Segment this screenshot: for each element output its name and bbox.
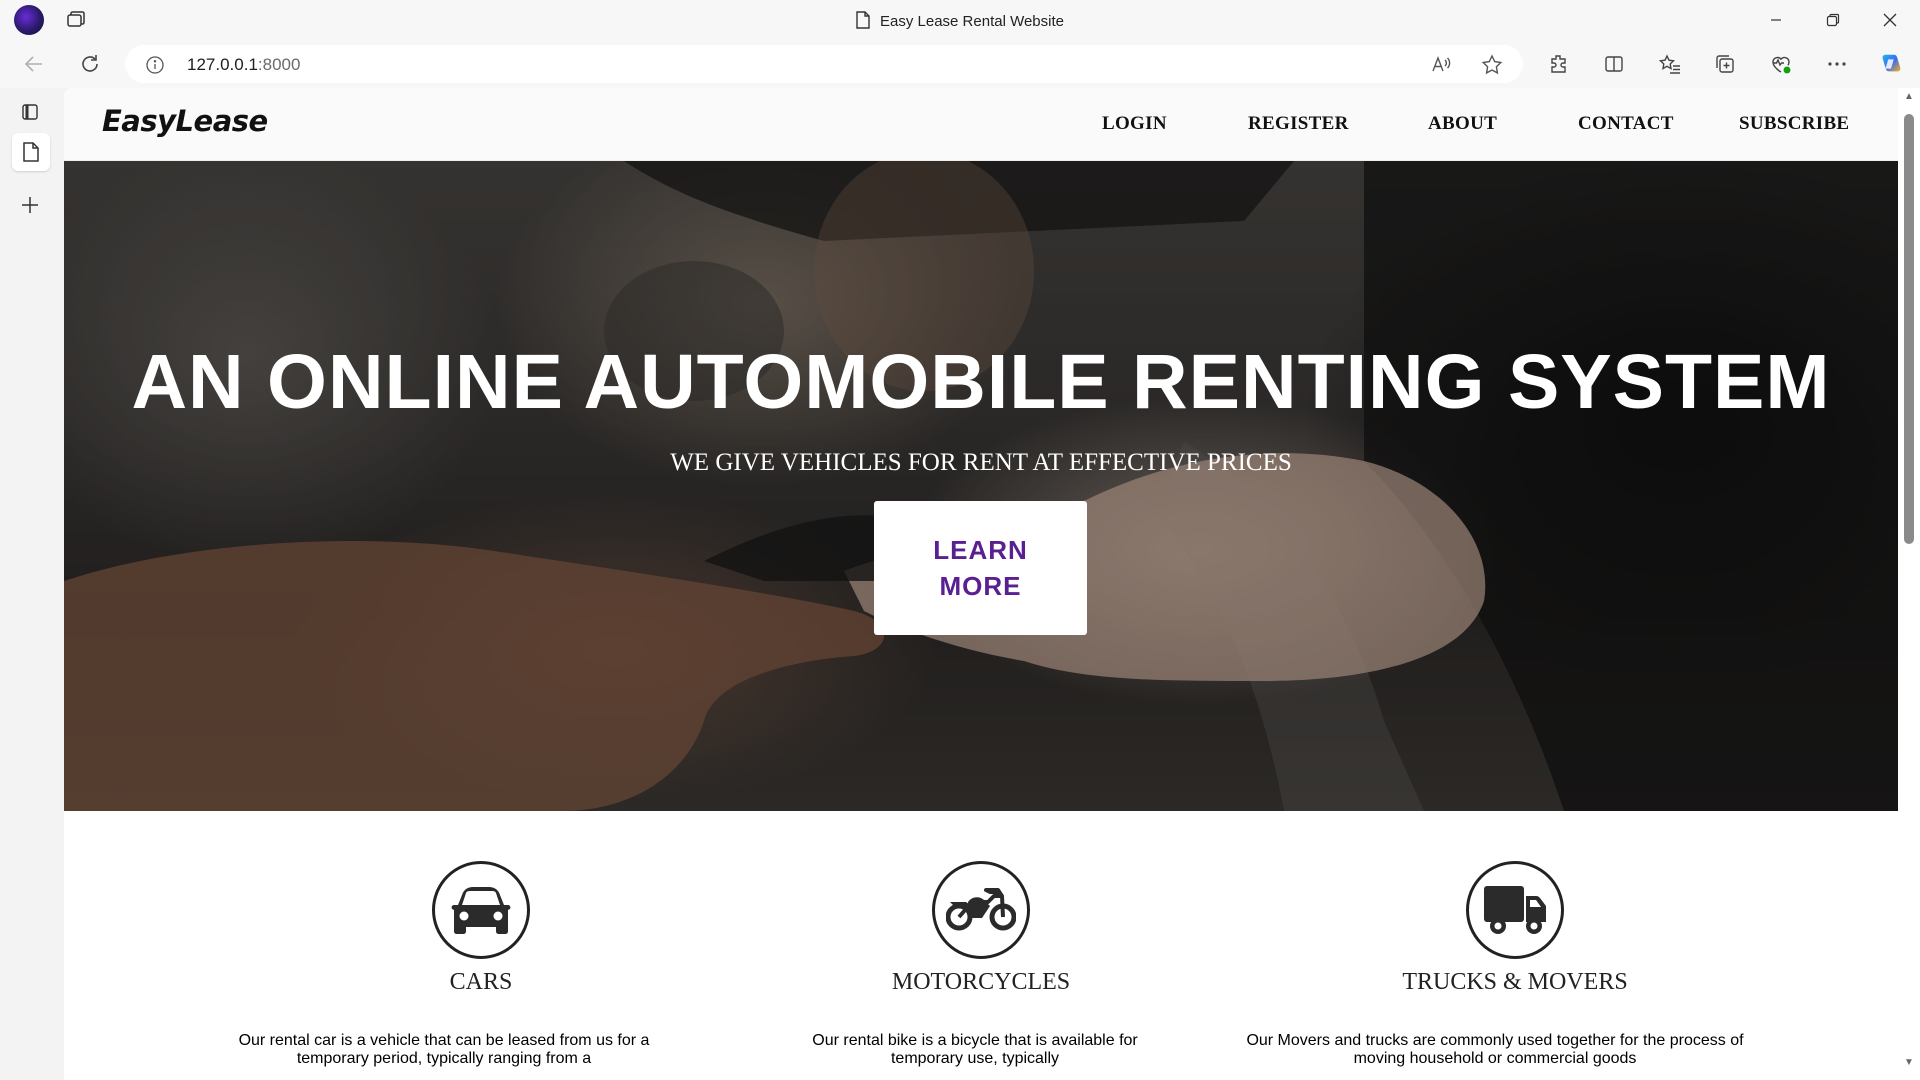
address-bar[interactable]: 127.0.0.1:8000 [125, 45, 1523, 83]
learn-more-label: LEARN MORE [933, 535, 1028, 601]
minimize-button[interactable] [1756, 6, 1796, 34]
hero-overlay [64, 161, 1898, 811]
address-bar-row: 127.0.0.1:8000 [0, 40, 1920, 88]
extensions-icon[interactable] [1546, 51, 1572, 77]
service-desc-cars: Our rental car is a vehicle that can be … [238, 1032, 650, 1067]
car-icon [432, 861, 530, 959]
motorcycle-icon [932, 861, 1030, 959]
favorites-list-icon[interactable] [1657, 51, 1683, 77]
close-button[interactable] [1870, 6, 1910, 34]
refresh-button[interactable] [76, 50, 104, 78]
hero-banner: AN ONLINE AUTOMOBILE RENTING SYSTEM WE G… [64, 161, 1898, 811]
hero-subtitle: WE GIVE VEHICLES FOR RENT AT EFFECTIVE P… [670, 449, 1292, 476]
service-desc-motorcycles: Our rental bike is a bicycle that is ava… [812, 1032, 1138, 1067]
site-info-icon[interactable] [145, 55, 165, 80]
service-name-motorcycles: MOTORCYCLES [891, 969, 1071, 995]
read-aloud-icon[interactable] [1430, 54, 1452, 76]
service-cars: CARS [351, 861, 611, 996]
nav-register[interactable]: REGISTER [1248, 113, 1349, 135]
tab-easy-lease[interactable] [12, 133, 50, 171]
scrollbar-thumb[interactable] [1904, 114, 1914, 544]
service-name-trucks: TRUCKS & MOVERS [1402, 969, 1628, 995]
nav-subscribe[interactable]: SUBSCRIBE [1739, 113, 1849, 135]
nav-login[interactable]: LOGIN [1102, 113, 1167, 135]
favorite-star-icon[interactable] [1481, 54, 1503, 76]
window-title-bar: Easy Lease Rental Website [0, 0, 1920, 40]
back-button[interactable] [20, 50, 48, 78]
scroll-up-arrow-icon[interactable]: ▲ [1903, 92, 1915, 102]
service-name-cars: CARS [449, 969, 513, 995]
hero-title: AN ONLINE AUTOMOBILE RENTING SYSTEM [131, 339, 1831, 425]
more-menu-icon[interactable] [1824, 51, 1850, 77]
nav-contact[interactable]: CONTACT [1578, 113, 1674, 135]
restore-button[interactable] [1813, 6, 1853, 34]
tab-panel-toggle-icon[interactable] [16, 98, 44, 126]
window-title: Easy Lease Rental Website [0, 11, 1920, 33]
url-port: :8000 [257, 55, 301, 74]
copilot-icon[interactable] [1878, 51, 1904, 77]
nav-about[interactable]: ABOUT [1428, 113, 1497, 135]
window-title-text: Easy Lease Rental Website [880, 13, 1064, 30]
service-desc-trucks: Our Movers and trucks are commonly used … [1246, 1032, 1744, 1067]
split-screen-icon[interactable] [1601, 51, 1627, 77]
url-text[interactable]: 127.0.0.1:8000 [187, 55, 300, 75]
url-host: 127.0.0.1 [187, 55, 258, 74]
page-viewport: EasyLease LOGIN REGISTER ABOUT CONTACT S… [64, 88, 1898, 1080]
scroll-down-arrow-icon[interactable]: ▼ [1903, 1058, 1915, 1068]
site-logo[interactable]: EasyLease [102, 104, 268, 138]
document-icon [856, 11, 870, 33]
vertical-tabs-rail [0, 88, 64, 1080]
site-header: EasyLease LOGIN REGISTER ABOUT CONTACT S… [64, 88, 1898, 161]
service-trucks: TRUCKS & MOVERS [1355, 861, 1675, 996]
collections-icon[interactable] [1712, 51, 1738, 77]
learn-more-button[interactable]: LEARN MORE [874, 501, 1087, 635]
new-tab-icon[interactable] [16, 191, 44, 219]
truck-icon [1466, 861, 1564, 959]
page-scrollbar[interactable]: ▲ ▼ [1898, 88, 1920, 1080]
browser-essentials-icon[interactable] [1768, 51, 1794, 77]
service-motorcycles: MOTORCYCLES [851, 861, 1111, 996]
